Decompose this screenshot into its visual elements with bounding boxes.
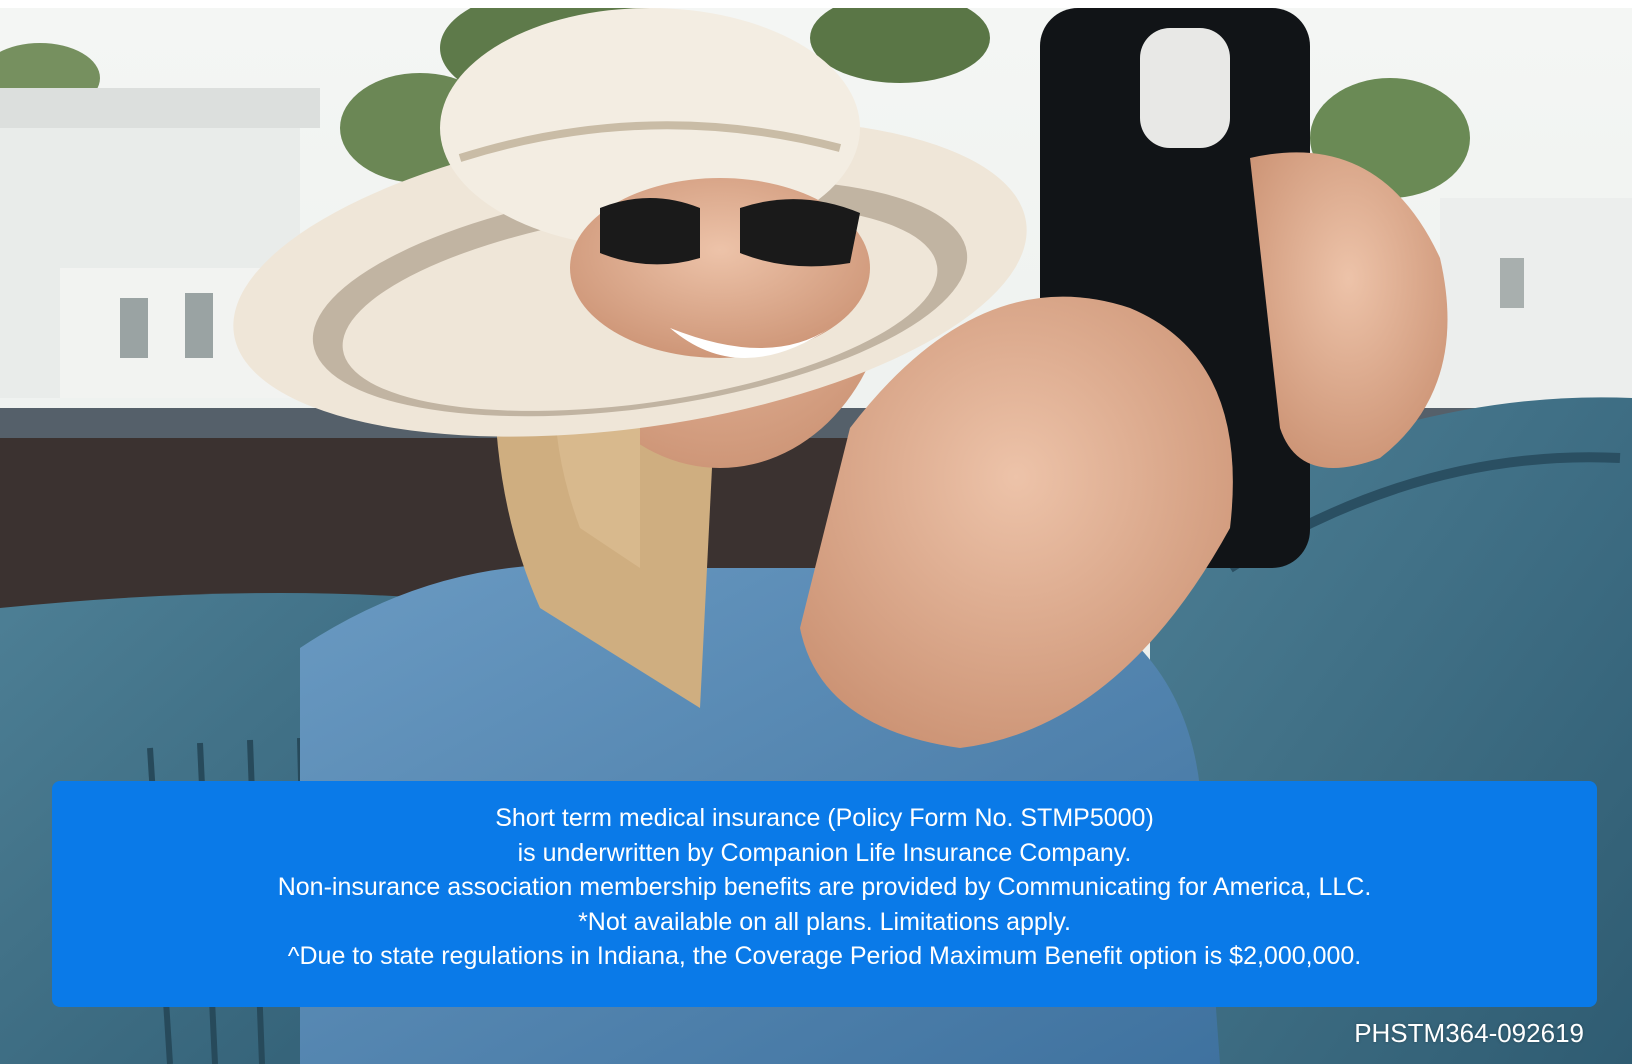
disclaimer-line-3: Non-insurance association membership ben… [277, 873, 1372, 901]
disclaimer-line-2: is underwritten by Companion Life Insura… [517, 838, 1132, 867]
disclaimer-line-1: Short term medical insurance (Policy For… [495, 804, 1154, 832]
disclaimer-line-4: *Not available on all plans. Limitations… [578, 907, 1071, 936]
form-code-label: PHSTM364-092619 [1354, 1018, 1584, 1048]
disclaimer-line-5: ^Due to state regulations in Indiana, th… [287, 942, 1362, 970]
disclaimer-banner: Short term medical insurance (Policy For… [52, 781, 1597, 1007]
